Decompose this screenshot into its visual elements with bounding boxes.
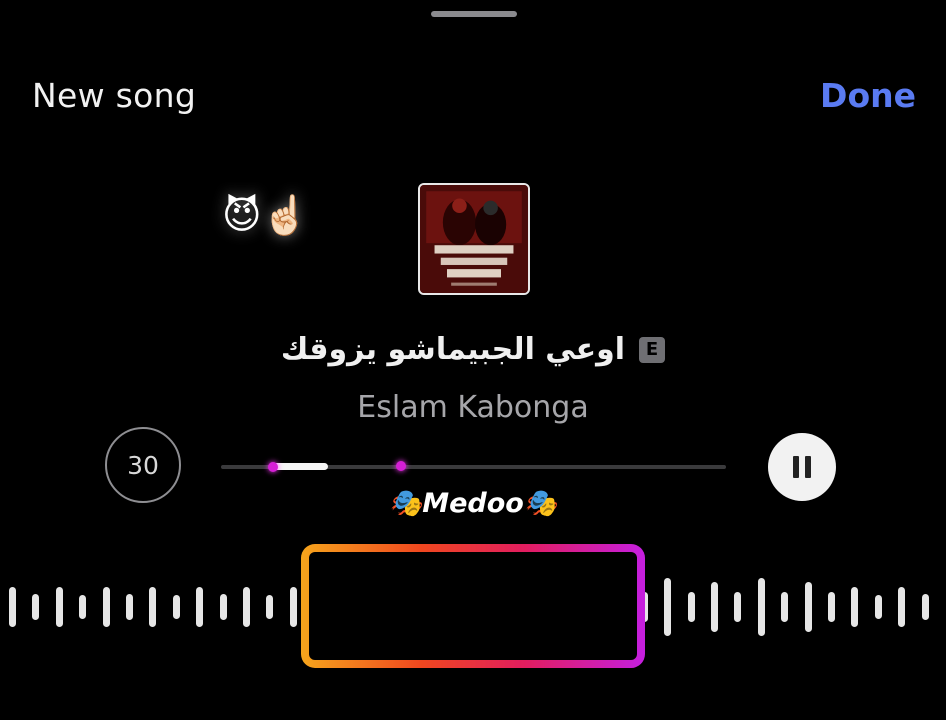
waveform-bar xyxy=(219,594,227,620)
sheet-drag-handle[interactable] xyxy=(431,11,517,17)
waveform-bar xyxy=(266,595,274,619)
waveform-bar xyxy=(55,587,63,627)
waveform-bar xyxy=(898,587,906,627)
waveform-bar xyxy=(664,578,672,636)
waveform-bar xyxy=(921,594,929,620)
scrubber-start-dot[interactable] xyxy=(268,462,278,472)
album-cover xyxy=(418,183,530,295)
scrubber-selection[interactable] xyxy=(272,463,328,470)
waveform-bar xyxy=(79,595,87,619)
emoji-sticker[interactable]: 😈☝🏻 xyxy=(222,190,309,240)
waveform-bar xyxy=(687,592,695,622)
waveform-bar xyxy=(32,594,40,620)
waveform-bar xyxy=(711,582,718,632)
waveform-bar xyxy=(851,587,859,627)
clip-selection-window[interactable] xyxy=(309,552,637,660)
scrubber-playhead-dot[interactable] xyxy=(396,461,406,471)
pause-icon-bar xyxy=(805,456,811,478)
song-title: اوعي الجبيماشو يزوقك xyxy=(280,332,626,367)
waveform-bar xyxy=(102,587,110,627)
waveform-bar xyxy=(828,592,835,622)
waveform-bar xyxy=(734,592,742,622)
explicit-badge: E xyxy=(639,336,666,363)
done-button[interactable]: Done xyxy=(820,76,916,115)
waveform-bar xyxy=(289,587,297,627)
artist-name: Eslam Kabonga xyxy=(357,390,589,425)
song-title-row: اوعي الجبيماشو يزوقك E xyxy=(0,332,946,367)
waveform-bar xyxy=(9,587,16,627)
waveform-bar xyxy=(196,587,204,627)
waveform-bar xyxy=(757,578,765,636)
waveform-bar xyxy=(126,594,133,620)
page-title: New song xyxy=(32,76,197,115)
waveform-bar xyxy=(874,595,882,619)
waveform-bar xyxy=(804,582,812,632)
clip-selection-frame[interactable] xyxy=(301,544,645,668)
waveform-bar xyxy=(149,587,157,627)
pause-icon xyxy=(793,456,799,478)
waveform-bar xyxy=(243,587,250,627)
waveform-bar xyxy=(172,595,180,619)
album-cover-art xyxy=(420,185,528,293)
caption-text: 🎭Medoo🎭 xyxy=(388,488,558,519)
waveform-bar xyxy=(781,592,789,622)
